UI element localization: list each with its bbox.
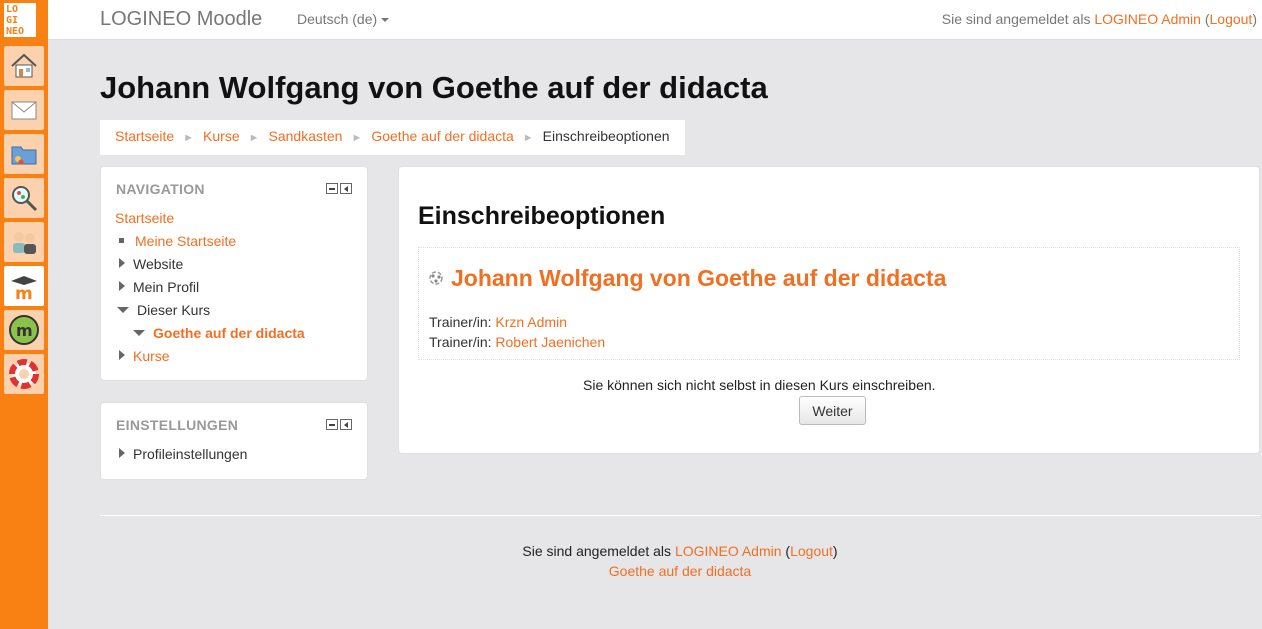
nav-item-meine-startseite[interactable]: Meine Startseite [119,233,236,249]
paren-close: ) [1252,11,1257,27]
footer-login-info: Sie sind angemeldet als LOGINEO Admin (L… [0,543,1262,559]
nav-item-label[interactable]: Profileinstellungen [133,446,247,462]
user-link[interactable]: LOGINEO Admin [1094,11,1201,27]
logout-link[interactable]: Logout [1210,11,1253,27]
minimize-icon[interactable] [326,419,338,430]
main-content: Einschreibeoptionen Johann Wolfgang von … [398,166,1260,454]
nav-item-label[interactable]: Website [133,256,183,272]
breadcrumb-course[interactable]: Goethe auf der didacta [371,128,513,144]
enrolment-heading: Einschreibeoptionen [418,202,666,230]
teacher-link[interactable]: Krzn Admin [495,314,567,330]
course-icon [428,270,444,289]
navigation-block: NAVIGATION Startseite Meine Startseite W… [100,166,368,381]
nav-item-website[interactable]: Website [119,256,183,272]
nav-item-label[interactable]: Startseite [115,210,174,226]
footer-logout-link[interactable]: Logout [790,543,833,559]
dock-block-icon[interactable] [340,419,352,430]
block-controls [326,183,352,194]
nav-item-dieser-kurs[interactable]: Dieser Kurs [117,302,210,318]
app-dock: LO GI NEO m m [0,0,48,629]
teacher-row: Trainer/in: Krzn Admin [429,314,567,330]
top-navbar: LOGINEO Moodle Deutsch (de) Sie sind ang… [48,0,1262,40]
course-title-link[interactable]: Johann Wolfgang von Goethe auf der didac… [451,265,946,292]
chevron-down-icon [381,18,390,23]
expand-arrow-icon[interactable] [119,258,125,268]
mail-icon[interactable] [4,90,44,130]
breadcrumb-separator: ► [351,132,363,144]
collapse-arrow-icon[interactable] [133,330,145,336]
enrolment-notice: Sie können sich nicht selbst in diesen K… [583,377,936,393]
svg-text:m: m [15,284,33,301]
footer-user-link[interactable]: LOGINEO Admin [675,543,782,559]
paren-open: ( [781,543,791,559]
breadcrumb-kurse[interactable]: Kurse [203,128,240,144]
language-menu[interactable]: Deutsch (de) [297,11,390,27]
login-prefix: Sie sind angemeldet als [941,11,1095,27]
footer-course-link[interactable]: Goethe auf der didacta [609,563,751,579]
teacher-role: Trainer/in: [429,314,496,330]
search-icon[interactable] [4,178,44,218]
settings-block-title: EINSTELLUNGEN [116,417,239,433]
expand-arrow-icon[interactable] [119,448,125,458]
nav-item-startseite[interactable]: Startseite [115,210,174,226]
breadcrumb-sandkasten[interactable]: Sandkasten [269,128,343,144]
nav-item-course[interactable]: Goethe auf der didacta [133,325,305,341]
bullet-icon [119,238,124,243]
navigation-block-title: NAVIGATION [116,181,205,197]
moodle-icon[interactable]: m [4,266,44,306]
logineo-logo[interactable]: LO GI NEO [4,3,36,37]
breadcrumb-startseite[interactable]: Startseite [115,128,174,144]
nav-item-profileinstellungen[interactable]: Profileinstellungen [119,446,247,462]
page-title: Johann Wolfgang von Goethe auf der didac… [100,70,768,105]
folder-icon[interactable] [4,134,44,174]
nav-item-label[interactable]: Mein Profil [133,279,199,295]
course-box: Johann Wolfgang von Goethe auf der didac… [418,247,1240,360]
users-icon[interactable] [4,222,44,262]
footer-course-link-row: Goethe auf der didacta [0,563,1262,579]
breadcrumb-separator: ► [522,132,534,144]
breadcrumb-separator: ► [248,132,260,144]
nav-item-label[interactable]: Dieser Kurs [137,302,210,318]
teacher-role: Trainer/in: [429,334,496,350]
expand-arrow-icon[interactable] [119,350,125,360]
breadcrumb-separator: ► [183,132,195,144]
paren-close: ) [832,543,838,559]
nav-item-label[interactable]: Goethe auf der didacta [153,325,305,341]
nav-item-label[interactable]: Kurse [133,348,170,364]
moodle-m-icon[interactable]: m [4,310,44,350]
nav-item-kurse[interactable]: Kurse [119,348,170,364]
home-icon[interactable] [4,46,44,86]
site-brand[interactable]: LOGINEO Moodle [100,8,262,31]
footer-divider [100,515,1260,516]
dock-block-icon[interactable] [340,183,352,194]
teacher-link[interactable]: Robert Jaenichen [495,334,605,350]
help-icon[interactable] [4,354,44,394]
block-controls [326,419,352,430]
nav-item-mein-profil[interactable]: Mein Profil [119,279,199,295]
breadcrumb-current: Einschreibeoptionen [542,128,670,144]
collapse-arrow-icon[interactable] [117,307,129,313]
language-label: Deutsch (de) [297,11,378,27]
settings-block: EINSTELLUNGEN Profileinstellungen [100,402,368,480]
nav-item-label[interactable]: Meine Startseite [135,233,236,249]
login-prefix: Sie sind angemeldet als [522,543,675,559]
continue-button[interactable]: Weiter [799,396,866,425]
minimize-icon[interactable] [326,183,338,194]
paren-open: ( [1200,11,1210,27]
teacher-row: Trainer/in: Robert Jaenichen [429,334,605,350]
expand-arrow-icon[interactable] [119,281,125,291]
login-info: Sie sind angemeldet als LOGINEO Admin (L… [942,11,1257,27]
svg-text:m: m [16,321,33,340]
breadcrumb: Startseite ► Kurse ► Sandkasten ► Goethe auf d… [100,120,685,155]
